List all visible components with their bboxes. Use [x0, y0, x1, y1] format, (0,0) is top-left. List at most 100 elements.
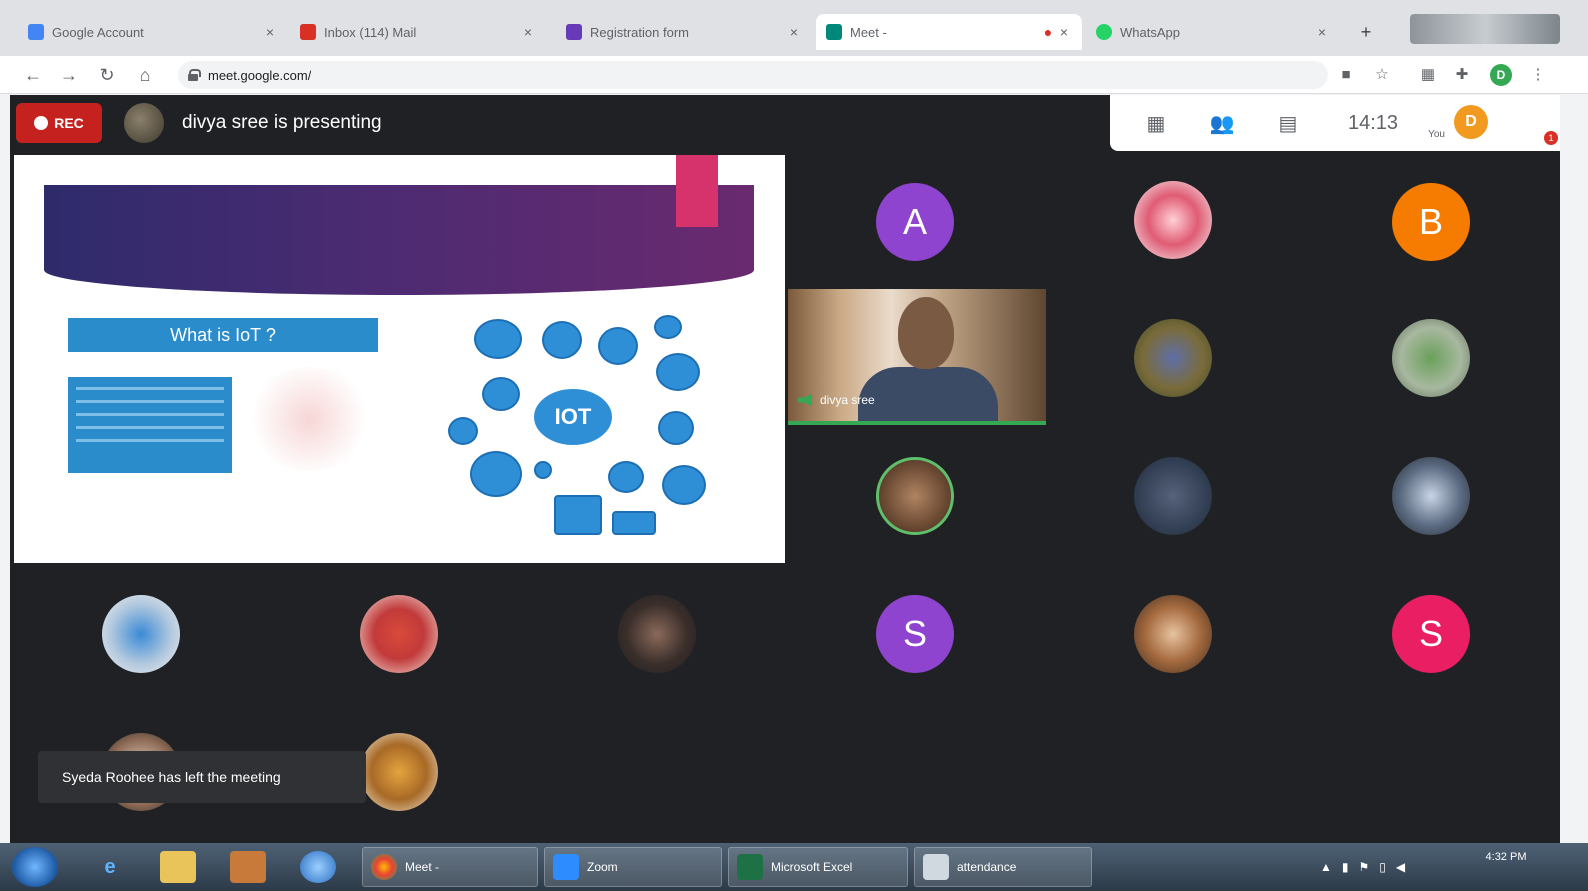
- browser-tab-google-account[interactable]: Google Account ×: [18, 14, 288, 50]
- cutlery-icon: [542, 321, 582, 359]
- presenter-avatar: [124, 103, 164, 143]
- mail-favicon-icon: [300, 24, 316, 40]
- avatar-letter: B: [1418, 201, 1443, 242]
- slide-text-box: [68, 377, 232, 473]
- battery-icon[interactable]: ▯: [1379, 860, 1386, 874]
- you-label: You: [1428, 129, 1445, 140]
- participant-avatar-b: B: [1392, 183, 1470, 261]
- recording-badge: REC: [16, 103, 102, 143]
- speaker-audio-icon: [798, 394, 812, 406]
- new-tab-button[interactable]: +: [1354, 20, 1378, 44]
- address-bar[interactable]: meet.google.com/: [178, 61, 1328, 89]
- camera-indicator-icon[interactable]: ■: [1336, 65, 1356, 85]
- reload-icon[interactable]: ↻: [96, 64, 118, 86]
- taskbar-item-label: Zoom: [587, 860, 618, 874]
- grid-layout-icon[interactable]: ▦: [1136, 103, 1176, 143]
- internet-explorer-icon[interactable]: e: [92, 851, 128, 883]
- taskbar-item-zoom[interactable]: Zoom: [544, 847, 722, 887]
- tv-icon: [482, 377, 520, 411]
- close-tab-icon[interactable]: ×: [1056, 24, 1072, 40]
- tablet-icon: [612, 511, 656, 535]
- participant-avatar: [1134, 181, 1212, 259]
- file-explorer-icon[interactable]: [160, 851, 196, 883]
- taskbar-item-attendance[interactable]: attendance: [914, 847, 1092, 887]
- participant-avatar-s2: S: [1392, 595, 1470, 673]
- slide-heading: What is IoT ?: [68, 318, 378, 352]
- windows-taskbar: e Meet - Zoom Microsoft Excel attendance…: [0, 843, 1588, 891]
- tab-label: Inbox (114) Mail: [324, 24, 417, 40]
- people-icon[interactable]: 👥: [1202, 103, 1242, 143]
- back-arrow-icon[interactable]: ←: [22, 64, 44, 86]
- url-text: meet.google.com/: [208, 67, 312, 83]
- speaker-video-tile[interactable]: divya sree: [788, 289, 1046, 425]
- close-tab-icon[interactable]: ×: [520, 24, 536, 40]
- tab-label: Meet -: [850, 24, 887, 40]
- participant-avatar: [102, 595, 180, 673]
- puzzle-icon[interactable]: ✚: [1452, 65, 1472, 85]
- tab-label: WhatsApp: [1120, 24, 1180, 40]
- iot-hub-icon: IOT: [534, 389, 612, 445]
- browser-tab-registration-form[interactable]: Registration form ×: [556, 14, 812, 50]
- avatar-letter: S: [1418, 613, 1443, 654]
- tray-expand-icon[interactable]: ▲: [1320, 860, 1332, 874]
- profile-avatar[interactable]: D: [1490, 64, 1512, 86]
- lock-device-icon: [658, 411, 694, 445]
- participant-avatar: [876, 457, 954, 535]
- devices-cloud-image: [246, 367, 372, 471]
- participant-avatar: [1392, 319, 1470, 397]
- browser-tab-whatsapp[interactable]: WhatsApp ×: [1086, 14, 1340, 50]
- participant-avatar-s: S: [876, 595, 954, 673]
- forward-arrow-icon[interactable]: →: [58, 64, 80, 86]
- speaking-indicator: [788, 421, 1046, 425]
- appliance-icon: [662, 465, 706, 505]
- extension-icon[interactable]: ▦: [1418, 65, 1438, 85]
- close-tab-icon[interactable]: ×: [262, 24, 278, 40]
- sync-icon: [534, 461, 552, 479]
- window-controls[interactable]: [1410, 14, 1560, 44]
- video-person-body: [858, 367, 998, 425]
- start-button[interactable]: [12, 847, 58, 887]
- taskbar-clock[interactable]: 4:32 PM: [1466, 849, 1546, 885]
- participant-avatar-a: A: [876, 183, 954, 261]
- participant-avatar: [360, 733, 438, 811]
- taskbar-item-label: attendance: [957, 860, 1017, 874]
- left-meeting-toast: Syeda Roohee has left the meeting: [38, 751, 366, 803]
- network-icon[interactable]: ▮: [1342, 860, 1349, 874]
- menu-kebab-icon[interactable]: ⋮: [1528, 65, 1548, 85]
- lock-icon: [188, 69, 201, 81]
- media-player-icon[interactable]: [230, 851, 266, 883]
- bookmark-star-icon[interactable]: ☆: [1372, 65, 1392, 85]
- flag-icon[interactable]: ⚑: [1359, 860, 1370, 874]
- avatar-letter: S: [902, 613, 927, 654]
- rec-label: REC: [54, 115, 84, 131]
- taskbar-item-label: Meet -: [405, 860, 440, 874]
- self-view[interactable]: You D: [1428, 99, 1489, 147]
- meeting-clock: 14:13: [1348, 111, 1399, 134]
- browser-toolbar: ← → ↻ ⌂ meet.google.com/ ■ ☆ ▦ ✚ D ⋮: [0, 56, 1588, 94]
- self-avatar: D: [1454, 105, 1489, 139]
- close-tab-icon[interactable]: ×: [786, 24, 802, 40]
- close-tab-icon[interactable]: ×: [1314, 24, 1330, 40]
- whatsapp-favicon-icon: [1096, 24, 1112, 40]
- monitor-icon: [554, 495, 602, 535]
- watch-icon: [608, 461, 644, 493]
- tab-label: Registration form: [590, 24, 689, 40]
- taskbar-item-chrome-meet[interactable]: Meet -: [362, 847, 538, 887]
- forms-favicon-icon: [566, 24, 582, 40]
- browser-tab-meet[interactable]: Meet - ● ×: [816, 14, 1082, 50]
- browser-tab-mail[interactable]: Inbox (114) Mail ×: [290, 14, 546, 50]
- drone-icon: [654, 315, 682, 339]
- home-icon[interactable]: ⌂: [134, 64, 156, 86]
- chat-icon[interactable]: ▤: [1268, 103, 1308, 143]
- router-icon: [474, 319, 522, 359]
- volume-icon[interactable]: ◀: [1396, 860, 1405, 874]
- document-app-icon: [923, 854, 949, 880]
- avatar-letter: A: [902, 201, 927, 242]
- participant-avatar: [1392, 457, 1470, 535]
- meet-controls-bar: ▦ 👥 ▤ 14:13 You D: [1110, 95, 1560, 151]
- chrome-app-icon: [371, 854, 397, 880]
- taskbar-item-excel[interactable]: Microsoft Excel: [728, 847, 908, 887]
- car-icon: [448, 417, 478, 445]
- chrome-icon[interactable]: [300, 851, 336, 883]
- participant-avatar: [360, 595, 438, 673]
